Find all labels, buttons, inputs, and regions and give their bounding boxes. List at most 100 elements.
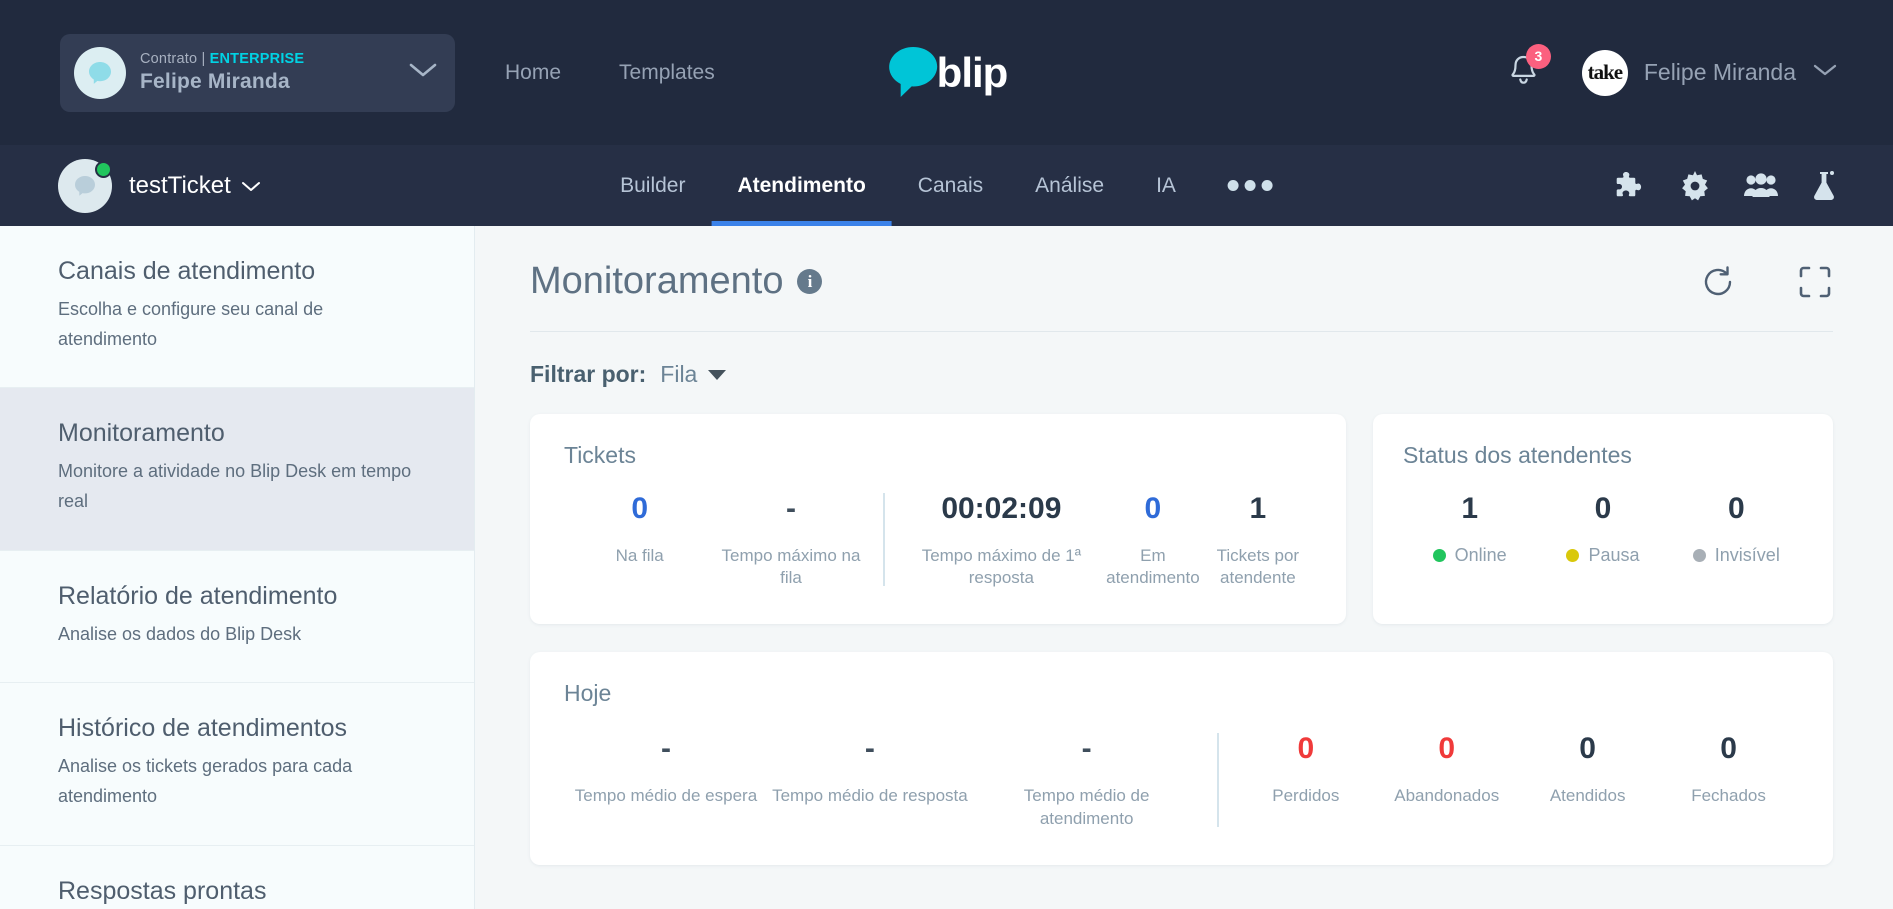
tab-atendimento[interactable]: Atendimento — [711, 145, 893, 226]
top-link-home[interactable]: Home — [505, 61, 561, 85]
today-card: Hoje - Tempo médio de espera - Tempo méd… — [530, 652, 1833, 865]
metric-label: Tempo médio de atendimento — [1023, 785, 1150, 828]
sidebar-item-desc: Analise os tickets gerados para cada ate… — [58, 756, 353, 807]
tab-canais[interactable]: Canais — [892, 145, 1009, 226]
contract-selector[interactable]: Contrato | ENTERPRISE Felipe Miranda — [60, 33, 455, 112]
tab-builder[interactable]: Builder — [594, 145, 711, 226]
metric-label: Perdidos — [1272, 785, 1340, 805]
info-icon[interactable]: i — [797, 269, 823, 294]
sidebar-item-title: Monitoramento — [58, 419, 225, 448]
sidebar-item-relatorio-de-atendimento[interactable]: Relatório de atendimento Analise os dado… — [0, 551, 474, 684]
status-label: Pausa — [1588, 544, 1640, 565]
status-label: Invisível — [1714, 544, 1780, 565]
sidebar-item-desc: Monitore a atividade no Blip Desk em tem… — [58, 461, 412, 512]
metric-value: - — [864, 732, 875, 766]
avatar: take — [1581, 49, 1628, 96]
sidebar-item-respostas-prontas[interactable]: Respostas prontas — [0, 846, 474, 909]
contract-plan-label: Contrato | ENTERPRISE — [140, 51, 305, 67]
sidebar-item-title: Relatório de atendimento — [58, 581, 338, 610]
status-metrics: 1 Online 0 Pausa 0 Invisível — [1403, 489, 1803, 566]
sidebar-item-monitoramento[interactable]: Monitoramento Monitore a atividade no Bl… — [0, 388, 474, 551]
subnav-icons — [1613, 169, 1838, 203]
card-title: Hoje — [564, 680, 612, 707]
contract-name: Felipe Miranda — [140, 70, 290, 93]
metric-tempo-maximo-1a-resposta: 00:02:09 Tempo máximo de 1ª resposta — [901, 489, 1102, 590]
metric-tempo-medio-de-resposta: - Tempo médio de resposta — [768, 729, 972, 807]
sidebar: Canais de atendimento Escolha e configur… — [0, 226, 475, 909]
user-name: Felipe Miranda — [1643, 59, 1796, 85]
sidebar-item-canais-de-atendimento[interactable]: Canais de atendimento Escolha e configur… — [0, 226, 474, 389]
cards-row: Tickets 0 Na fila - Tempo máximo na fila… — [530, 414, 1833, 625]
sidebar-item-title: Histórico de atendimentos — [58, 714, 348, 743]
bot-avatar — [58, 158, 112, 213]
notifications-button[interactable]: 3 — [1507, 43, 1551, 93]
status-dot-pausa — [1566, 548, 1580, 562]
page-body: Canais de atendimento Escolha e configur… — [0, 226, 1893, 909]
metric-na-fila: 0 Na fila — [564, 489, 715, 567]
metric-label: Fechados — [1691, 785, 1766, 805]
metric-label: Atendidos — [1549, 785, 1626, 805]
top-right-area: 3 take Felipe Miranda — [1507, 43, 1838, 96]
top-links: Home Templates — [505, 61, 715, 85]
subnav-tabs: Builder Atendimento Canais Análise IA — [594, 145, 1299, 226]
tab-analise[interactable]: Análise — [1009, 145, 1130, 226]
card-title: Tickets — [564, 442, 636, 468]
status-value: 0 — [1727, 492, 1745, 525]
notification-badge: 3 — [1525, 43, 1551, 69]
flask-icon[interactable] — [1810, 169, 1838, 203]
status-value: 0 — [1594, 492, 1612, 525]
metric-value: 0 — [1438, 732, 1456, 766]
tickets-metrics: 0 Na fila - Tempo máximo na fila 00:02:0… — [564, 489, 1312, 590]
chevron-down-icon — [241, 181, 260, 191]
metric-fechados: 0 Fechados — [1658, 729, 1799, 807]
metric-value: 1 — [1249, 492, 1267, 525]
top-link-templates[interactable]: Templates — [619, 61, 715, 85]
status-invisivel: 0 Invisível — [1670, 489, 1803, 566]
status-value: 1 — [1461, 492, 1478, 525]
more-menu-button[interactable] — [1202, 180, 1299, 191]
filter-dropdown[interactable]: Fila — [660, 361, 727, 388]
tab-ia[interactable]: IA — [1130, 145, 1202, 226]
metric-value: 0 — [1720, 732, 1737, 766]
metric-value: 0 — [631, 492, 648, 525]
metric-label: Tempo máximo de 1ª resposta — [921, 545, 1082, 588]
main-content: Monitoramento i Filtrar por: Fila Ticket… — [475, 226, 1893, 909]
sidebar-item-historico-de-atendimentos[interactable]: Histórico de atendimentos Analise os tic… — [0, 683, 474, 846]
status-pausa: 0 Pausa — [1536, 489, 1669, 566]
blip-wordmark: blip — [936, 48, 1009, 96]
status-dot-online — [1432, 548, 1446, 562]
metric-atendidos: 0 Atendidos — [1517, 729, 1658, 807]
metric-label: Tickets por atendente — [1216, 545, 1300, 588]
metric-value: - — [1081, 732, 1092, 766]
metric-label: Abandonados — [1394, 785, 1500, 805]
puzzle-icon[interactable] — [1613, 169, 1647, 203]
sidebar-item-desc: Analise os dados do Blip Desk — [58, 623, 302, 644]
metric-tempo-maximo-na-fila: - Tempo máximo na fila — [715, 489, 866, 590]
bot-name: testTicket — [129, 172, 262, 200]
sidebar-item-title: Respostas prontas — [58, 876, 267, 905]
metric-label: Em atendimento — [1106, 545, 1200, 588]
sidebar-item-title: Canais de atendimento — [58, 257, 316, 285]
metric-tempo-medio-de-espera: - Tempo médio de espera — [564, 729, 768, 807]
page-title: Monitoramento i — [530, 260, 823, 303]
status-online: 1 Online — [1403, 489, 1536, 566]
user-menu[interactable]: take Felipe Miranda — [1581, 49, 1838, 96]
gear-icon[interactable] — [1678, 169, 1712, 203]
blip-logo: blip — [886, 44, 1008, 102]
metric-label: Tempo médio de espera — [574, 785, 758, 805]
chevron-down-icon — [407, 60, 439, 85]
page-header: Monitoramento i — [530, 226, 1833, 332]
today-metrics: - Tempo médio de espera - Tempo médio de… — [564, 729, 1799, 830]
metric-abandonados: 0 Abandonados — [1376, 729, 1517, 807]
fullscreen-icon[interactable] — [1797, 264, 1833, 300]
refresh-icon[interactable] — [1699, 263, 1737, 301]
header-actions — [1699, 263, 1833, 301]
users-icon[interactable] — [1743, 171, 1779, 201]
metric-tickets-por-atendente: 1 Tickets por atendente — [1204, 489, 1312, 590]
bot-selector[interactable]: testTicket — [58, 158, 262, 213]
metric-em-atendimento: 0 Em atendimento — [1102, 489, 1204, 590]
filter-row: Filtrar por: Fila — [530, 332, 1833, 414]
status-label-wrap: Pausa — [1536, 545, 1669, 566]
metric-value: 0 — [1144, 492, 1162, 525]
divider — [882, 493, 885, 587]
